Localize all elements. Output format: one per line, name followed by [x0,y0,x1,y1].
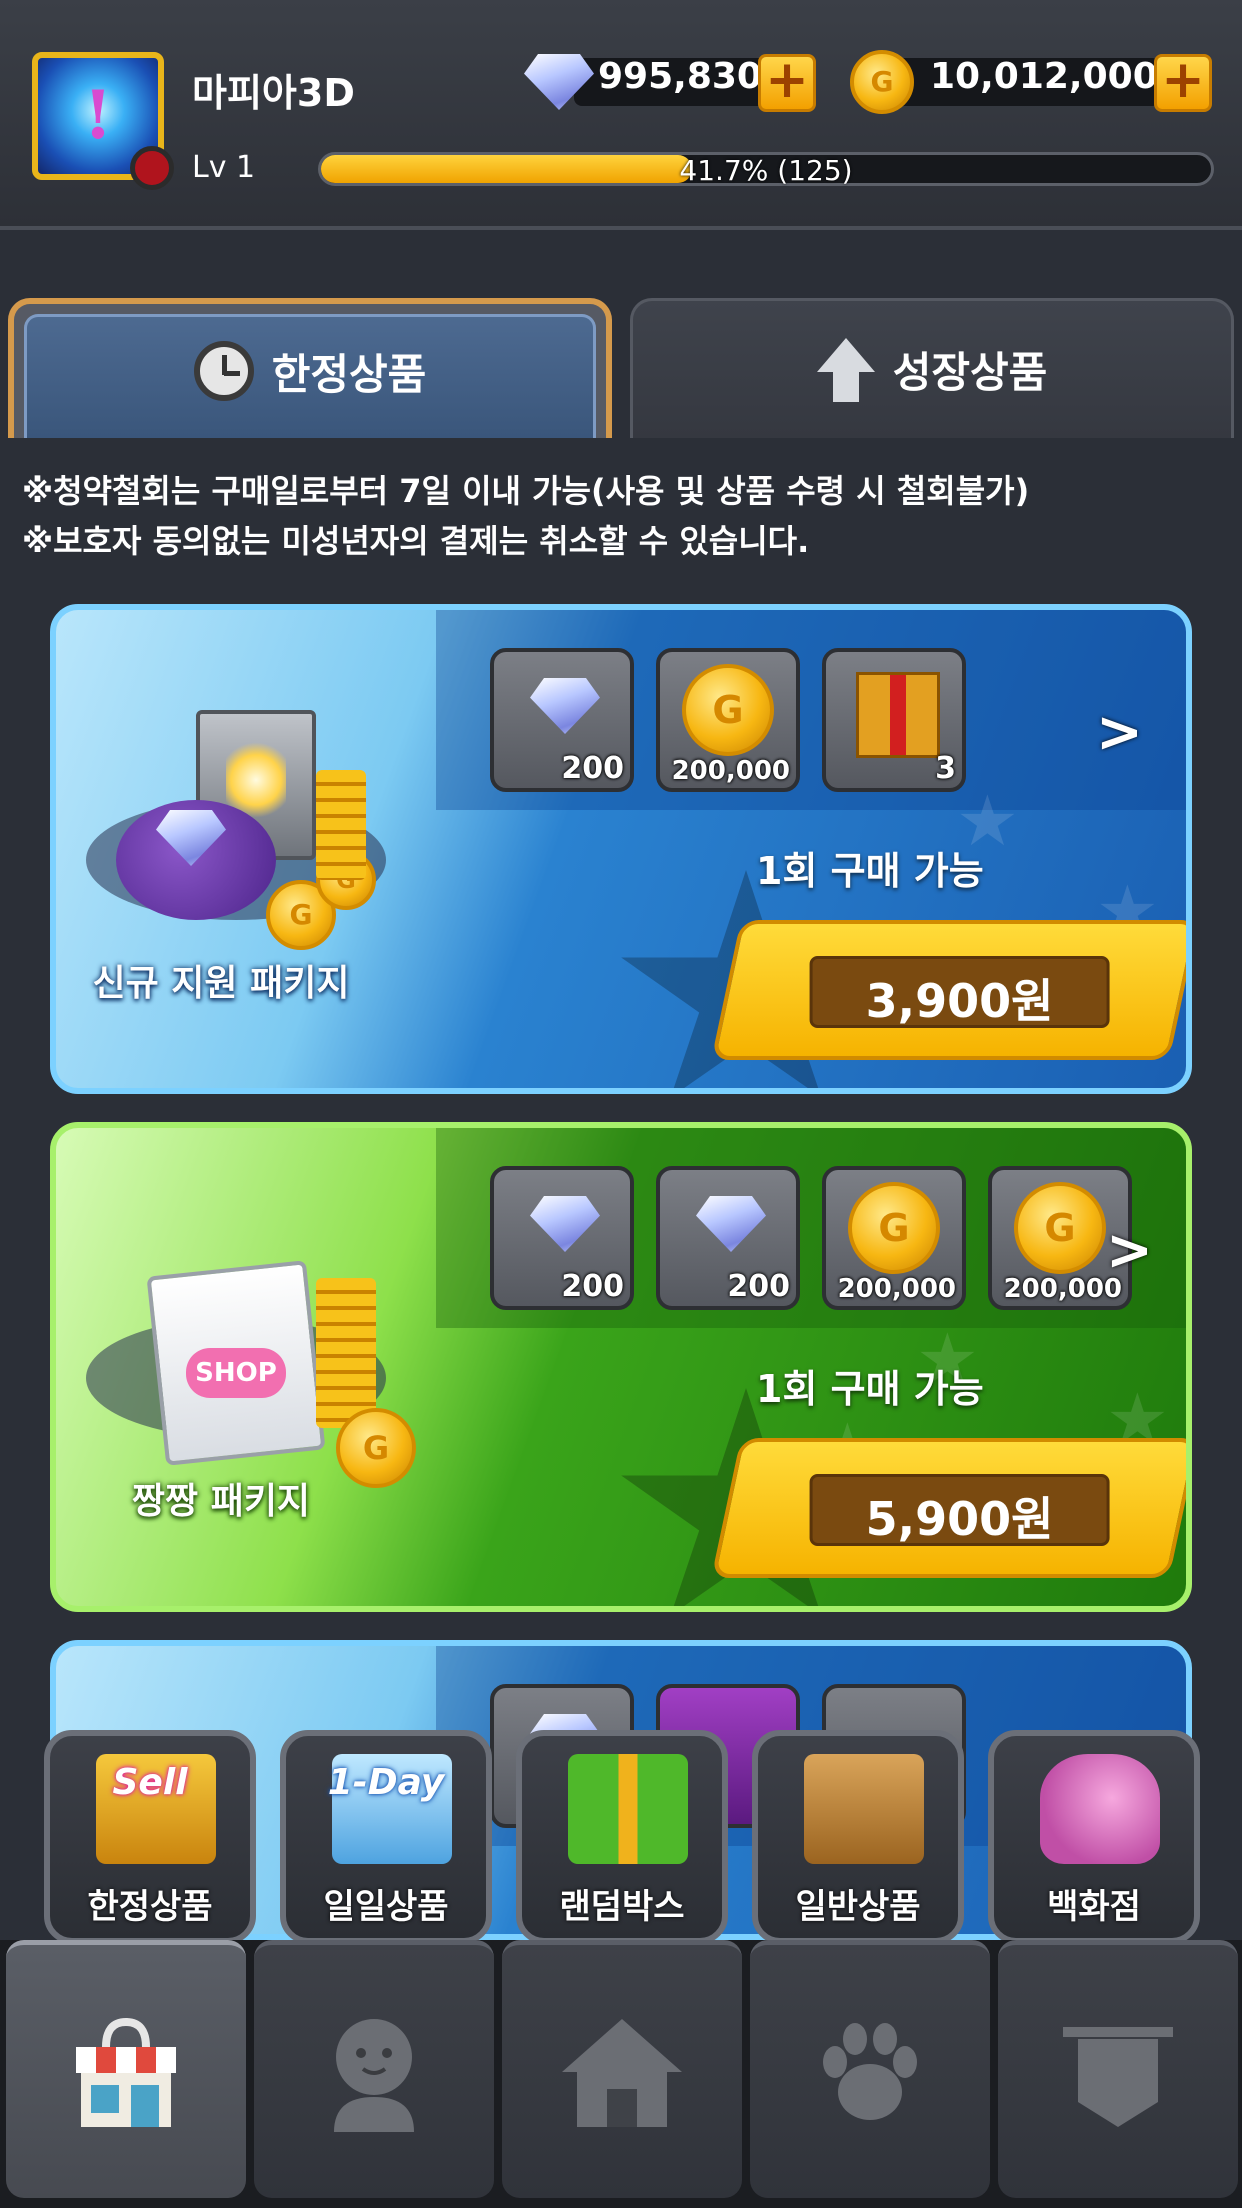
buy-button[interactable]: 5,900원 [711,1438,1186,1578]
item-count: 200 [727,1269,790,1304]
tab-label: 성장상품 [892,348,1048,397]
purchase-limit: 1회 구매 가능 [756,1367,984,1411]
add-gems-button[interactable]: + [758,54,816,112]
buy-button[interactable]: 3,900원 [711,920,1186,1060]
category-label: 일반상품 [795,1887,921,1927]
gold-amount: 10,012,000 [930,56,1158,97]
category-daily-products[interactable]: 1-Day 일일상품 [280,1730,492,1944]
diamond-icon [696,1196,766,1252]
diamond-icon [530,678,600,734]
nav-guild[interactable] [998,1940,1238,2198]
category-label: 일일상품 [323,1887,449,1927]
purchase-limit: 1회 구매 가능 [756,849,984,893]
category-limited-products[interactable]: Sell 한정상품 [44,1730,256,1944]
gold-coin-icon [850,50,914,114]
nav-shop[interactable] [6,1940,246,2198]
home-icon [562,2018,682,2127]
top-status-bar: ! 마피아3D Lv 1 41.7% (125) 995,830 + 10,01… [0,0,1242,230]
reward-item-diamond: 200 [490,648,634,792]
category-label: 한정상품 [87,1887,213,1927]
tab-growth-products[interactable]: 성장상품 [630,298,1234,438]
profile-avatar[interactable]: ! [32,52,174,190]
refund-notice-line: ※청약철회는 구매일로부터 7일 이내 가능(사용 및 상품 수령 시 철회불가… [22,472,1030,510]
gold-coin-icon [682,664,774,756]
category-random-box[interactable]: 랜덤박스 [516,1730,728,1944]
gold-coin-icon [1014,1182,1106,1274]
category-label: 랜덤박스 [559,1887,685,1927]
pet-paw-icon [823,2022,917,2120]
exclamation-icon: ! [83,76,113,154]
gem-currency: 995,830 + [524,50,824,114]
gold-coin-icon [848,1182,940,1274]
category-department-store[interactable]: 백화점 [988,1730,1200,1944]
reward-item-diamond: 200 [490,1166,634,1310]
random-gift-icon [568,1754,688,1864]
department-store-icon [1040,1754,1160,1864]
character-icon [334,2018,414,2132]
reward-item-gift: 3 [822,648,966,792]
reward-item-gold: 200,000 [822,1166,966,1310]
item-count: 200,000 [1003,1274,1122,1304]
item-count: 3 [935,751,956,786]
minor-payment-notice-line: ※보호자 동의없는 미성년자의 결제는 취소할 수 있습니다. [22,522,810,560]
reward-item-diamond: 200 [656,1166,800,1310]
add-gold-button[interactable]: + [1154,54,1212,112]
player-nickname: 마피아3D [192,71,355,115]
shop-icon [76,2017,176,2127]
bottom-navigation [0,1940,1242,2208]
item-count: 200 [561,751,624,786]
chevron-right-icon[interactable]: > [1096,700,1143,765]
category-label: 백화점 [1047,1887,1141,1927]
general-box-icon [804,1754,924,1864]
diamond-icon [530,1196,600,1252]
xp-progress-text: 41.7% (125) [679,154,853,187]
sell-badge: Sell [112,1762,188,1803]
one-day-badge: 1-Day [327,1762,445,1803]
gift-box-icon [856,672,940,758]
gold-currency: 10,012,000 + [850,50,1220,114]
price-label: 5,900원 [865,1492,1054,1546]
nav-home[interactable] [502,1940,742,2198]
package-name: 짱짱 패키지 [131,1481,311,1522]
reward-item-gold: 200,000 [656,648,800,792]
tab-label: 한정상품 [271,349,427,399]
purchase-notice: ※청약철회는 구매일로부터 7일 이내 가능(사용 및 상품 수령 시 철회불가… [22,466,1029,566]
item-count: 200 [561,1269,624,1304]
package-art-shopping-bag-icon: SHOP [116,1208,426,1508]
nav-pet[interactable] [750,1940,990,2198]
item-count: 200,000 [671,756,790,786]
notification-dot [130,146,174,190]
price-label: 3,900원 [865,974,1054,1028]
tab-limited-products[interactable]: 한정상품 [8,298,612,438]
up-arrow-icon [816,337,875,402]
guild-banner-icon [1063,2026,1173,2127]
package-card-jjang[interactable]: ★ ★ ★ SHOP 짱짱 패키지 200 200 200,000 200,00… [50,1122,1192,1612]
package-art-chest-icon [116,690,426,990]
category-general-products[interactable]: 일반상품 [752,1730,964,1944]
gem-amount: 995,830 [598,56,762,97]
xp-progress-bar: 41.7% (125) [318,152,1214,187]
chevron-right-icon[interactable]: > [1106,1218,1153,1283]
nav-character[interactable] [254,1940,494,2198]
item-count: 200,000 [837,1274,956,1304]
package-card-new-support[interactable]: ★ ★ ★ 신규 지원 패키지 200 200,000 3 > 1회 구매 가능… [50,604,1192,1094]
alarm-clock-icon [193,341,254,401]
package-name: 신규 지원 패키지 [92,963,350,1004]
player-level: Lv 1 [192,150,256,185]
